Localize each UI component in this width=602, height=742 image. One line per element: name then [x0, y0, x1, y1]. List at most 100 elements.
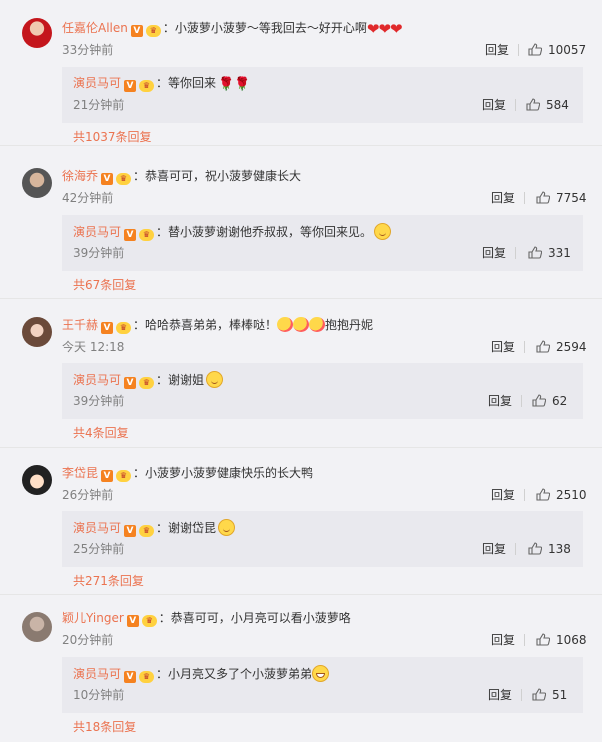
comment-line: 颖儿Yinger V ♛ ：恭喜可可，小月亮可以看小菠萝咯 [62, 610, 351, 627]
comment-text: ：小菠萝小菠萝～等我回去～好开心啊 [162, 21, 367, 35]
like-button[interactable]: 2594 [536, 340, 587, 354]
thumbs-up-icon [536, 191, 550, 204]
smile-emoji-icon [218, 519, 236, 536]
avatar[interactable] [22, 612, 52, 642]
reply-button[interactable]: 回复 [488, 394, 512, 408]
like-count: 1068 [556, 633, 587, 647]
thumbs-up-icon [528, 246, 542, 259]
member-crown-icon: ♛ [139, 525, 155, 537]
reply-box: 演员马可 V ♛ ：谢谢姐 39分钟前 回复 62 [62, 363, 583, 419]
username-link[interactable]: 颖儿Yinger [62, 611, 124, 625]
reply-button[interactable]: 回复 [488, 688, 512, 702]
reply-text: ：谢谢姐 [156, 373, 205, 387]
avatar[interactable] [22, 317, 52, 347]
smile-emoji-icon [206, 371, 224, 388]
verified-icon: V [124, 525, 137, 537]
thumbs-up-icon [532, 394, 546, 407]
username-link[interactable]: 任嘉伦Allen [62, 21, 128, 35]
reply-time: 25分钟前 [73, 542, 125, 556]
verified-icon: V [124, 671, 137, 683]
reply-text: ：替小菠萝谢谢他乔叔叔，等你回来见。 [156, 225, 373, 239]
more-replies-link[interactable]: 共18条回复 [73, 720, 136, 734]
member-crown-icon: ♛ [116, 470, 132, 482]
reply-time: 10分钟前 [73, 688, 125, 702]
reply-time: 39分钟前 [73, 394, 125, 408]
hug-emoji-icon [293, 317, 310, 332]
reply-line: 演员马可 V ♛ ：谢谢岱昆 [73, 519, 236, 537]
comment-line: 李岱昆 V ♛ ：小菠萝小菠萝健康快乐的长大鸭 [62, 465, 313, 482]
thumbs-up-icon [536, 488, 550, 501]
member-crown-icon: ♛ [116, 322, 132, 334]
verified-icon: V [126, 615, 139, 627]
avatar[interactable] [22, 18, 52, 48]
like-button[interactable]: 7754 [536, 191, 587, 205]
divider [524, 341, 525, 353]
reply-button[interactable]: 回复 [491, 488, 515, 502]
username-link[interactable]: 李岱昆 [62, 466, 98, 480]
like-button[interactable]: 10057 [528, 43, 586, 57]
divider [521, 395, 522, 407]
divider [515, 99, 516, 111]
divider [524, 489, 525, 501]
username-link[interactable]: 演员马可 [73, 667, 121, 681]
reply-text: ：谢谢岱昆 [156, 521, 217, 535]
avatar[interactable] [22, 168, 52, 198]
reply-button[interactable]: 回复 [482, 542, 506, 556]
reply-box: 演员马可 V ♛ ：等你回来 🌹🌹 21分钟前 回复 584 [62, 67, 583, 123]
like-count: 10057 [548, 43, 587, 57]
reply-button[interactable]: 回复 [482, 98, 506, 112]
reply-line: 演员马可 V ♛ ：等你回来 🌹🌹 [73, 75, 250, 93]
thumbs-up-icon [536, 633, 550, 646]
like-button[interactable]: 138 [528, 542, 571, 556]
reply-button[interactable]: 回复 [491, 633, 515, 647]
more-replies-link[interactable]: 共1037条回复 [73, 130, 152, 144]
reply-button[interactable]: 回复 [491, 340, 515, 354]
comment-text: ：恭喜可可，祝小菠萝健康长大 [133, 169, 302, 183]
reply-line: 演员马可 V ♛ ：谢谢姐 [73, 371, 224, 389]
avatar[interactable] [22, 465, 52, 495]
username-link[interactable]: 徐海乔 [62, 169, 98, 183]
reply-button[interactable]: 回复 [491, 191, 515, 205]
like-button[interactable]: 51 [532, 688, 567, 702]
reply-box: 演员马可 V ♛ ：谢谢岱昆 25分钟前 回复 138 [62, 511, 583, 567]
like-count: 2594 [556, 340, 587, 354]
verified-icon: V [101, 173, 114, 185]
like-button[interactable]: 1068 [536, 633, 587, 647]
verified-icon: V [124, 80, 137, 92]
member-crown-icon: ♛ [139, 671, 155, 683]
reply-box: 演员马可 V ♛ ：替小菠萝谢谢他乔叔叔，等你回来见。 39分钟前 回复 331 [62, 215, 583, 271]
reply-button[interactable]: 回复 [482, 246, 506, 260]
like-button[interactable]: 62 [532, 394, 567, 408]
like-button[interactable]: 2510 [536, 488, 587, 502]
verified-icon: V [101, 322, 114, 334]
like-button[interactable]: 331 [528, 246, 571, 260]
divider [524, 634, 525, 646]
reply-line: 演员马可 V ♛ ：小月亮又多了个小菠萝弟弟 [73, 665, 330, 683]
more-replies-link[interactable]: 共67条回复 [73, 278, 136, 292]
like-button[interactable]: 584 [526, 98, 569, 112]
grin-emoji-icon [312, 665, 330, 682]
reply-button[interactable]: 回复 [485, 43, 509, 57]
reply-text: ：小月亮又多了个小菠萝弟弟 [156, 667, 313, 681]
comment-time: 20分钟前 [62, 633, 114, 647]
verified-icon: V [124, 377, 137, 389]
username-link[interactable]: 演员马可 [73, 225, 121, 239]
username-link[interactable]: 演员马可 [73, 76, 121, 90]
like-count: 51 [552, 688, 568, 702]
more-replies-link[interactable]: 共4条回复 [73, 426, 129, 440]
hug-emoji-icon [277, 317, 294, 332]
comment-item: 李岱昆 V ♛ ：小菠萝小菠萝健康快乐的长大鸭 26分钟前 回复 2510 演员马可 V… [0, 448, 602, 595]
member-crown-icon: ♛ [145, 25, 161, 37]
comment-text-2: 抱抱丹妮 [325, 318, 374, 332]
username-link[interactable]: 演员马可 [73, 373, 121, 387]
comment-line: 任嘉伦Allen V ♛ ：小菠萝小菠萝～等我回去～好开心啊❤❤❤ [62, 20, 403, 37]
rose-emoji-icon: 🌹🌹 [218, 77, 251, 92]
divider [524, 192, 525, 204]
comment-time: 今天 12:18 [62, 340, 125, 354]
username-link[interactable]: 王千赫 [62, 318, 98, 332]
more-replies-link[interactable]: 共271条回复 [73, 574, 144, 588]
username-link[interactable]: 演员马可 [73, 521, 121, 535]
member-crown-icon: ♛ [139, 377, 155, 389]
reply-text: ：等你回来 [156, 76, 217, 90]
member-crown-icon: ♛ [139, 229, 155, 241]
